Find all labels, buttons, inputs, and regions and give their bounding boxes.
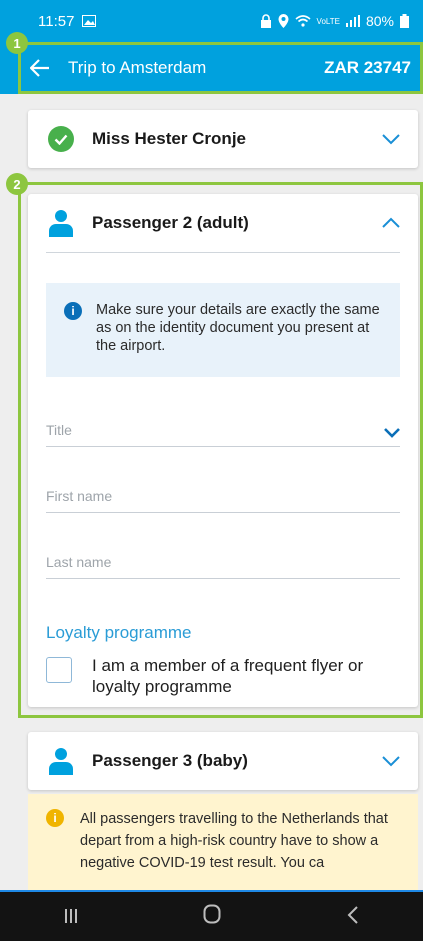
- first-name-field[interactable]: First name: [46, 473, 400, 513]
- title-placeholder: Title: [46, 422, 72, 438]
- home-button[interactable]: [182, 904, 242, 930]
- passenger-2-card: Passenger 2 (adult) i Make sure your det…: [28, 194, 418, 707]
- person-icon: [49, 748, 73, 775]
- passenger-2-title: Passenger 2 (adult): [92, 213, 249, 232]
- last-name-field[interactable]: Last name: [46, 539, 400, 579]
- passenger-3-card[interactable]: Passenger 3 (baby): [28, 732, 418, 790]
- covid-notice: i All passengers travelling to the Nethe…: [28, 794, 418, 904]
- lock-icon: [260, 14, 271, 28]
- info-box: i Make sure your details are exactly the…: [46, 283, 400, 377]
- info-text: Make sure your details are exactly the s…: [96, 302, 380, 354]
- system-nav-bar: [0, 890, 423, 941]
- divider: [46, 252, 400, 253]
- loyalty-heading: Loyalty programme: [46, 623, 192, 642]
- loyalty-checkbox-label: I am a member of a frequent flyer or loy…: [92, 656, 364, 696]
- recent-apps-icon: [64, 908, 77, 923]
- wifi-icon: [295, 15, 311, 27]
- passenger-1-card[interactable]: Miss Hester Cronje: [28, 110, 418, 168]
- highlight-box-1: [18, 42, 423, 94]
- chevron-down-icon: [384, 428, 400, 438]
- loyalty-checkbox[interactable]: [46, 657, 72, 683]
- person-icon: [49, 210, 73, 237]
- location-icon: [278, 14, 289, 28]
- chevron-down-icon[interactable]: [382, 133, 400, 145]
- chevron-down-icon[interactable]: [382, 755, 400, 767]
- notice-text: All passengers travelling to the Netherl…: [80, 811, 388, 871]
- battery-icon: [400, 14, 409, 28]
- back-nav-button[interactable]: [323, 904, 383, 930]
- passenger-3-title: Passenger 3 (baby): [92, 751, 248, 770]
- first-name-placeholder: First name: [46, 488, 113, 504]
- annotation-badge-2: 2: [6, 173, 28, 195]
- passenger-1-name: Miss Hester Cronje: [92, 129, 246, 148]
- passenger-2-header[interactable]: Passenger 2 (adult): [28, 194, 418, 252]
- status-time: 11:57: [38, 12, 75, 30]
- info-icon: i: [64, 302, 82, 320]
- chevron-left-icon: [347, 905, 358, 924]
- annotation-badge-1: 1: [6, 32, 28, 54]
- info-warning-icon: i: [46, 809, 64, 827]
- chevron-up-icon[interactable]: [382, 217, 400, 229]
- network-label: VoLTE: [316, 16, 340, 26]
- recent-apps-button[interactable]: [41, 904, 101, 930]
- battery-percent: 80%: [365, 13, 394, 29]
- check-circle-icon: [48, 126, 74, 152]
- gallery-notification-icon: [82, 15, 97, 27]
- signal-icon: [345, 15, 360, 27]
- status-bar: 11:57 VoLTE 80%: [0, 0, 423, 42]
- home-icon: [203, 904, 220, 923]
- last-name-placeholder: Last name: [46, 554, 112, 570]
- loyalty-checkbox-row[interactable]: I am a member of a frequent flyer or loy…: [46, 655, 400, 697]
- title-select[interactable]: Title: [46, 407, 400, 447]
